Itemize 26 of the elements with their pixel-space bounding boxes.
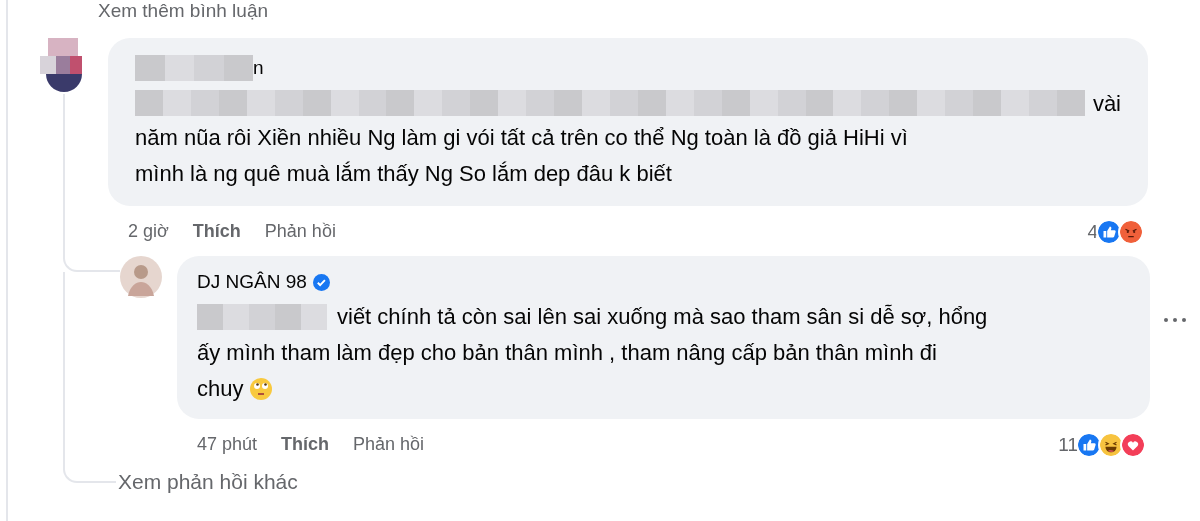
comment-time: 47 phút xyxy=(197,433,258,457)
like-icon xyxy=(1076,431,1102,458)
angry-face-icon xyxy=(1118,218,1144,245)
reply-text: ấy mình tham làm đẹp cho bản thân mình , tham nâng cấp bản thân mình đi xyxy=(197,338,938,367)
reply-link[interactable]: Phản hồi xyxy=(353,431,425,459)
like-link[interactable]: Thích xyxy=(281,431,330,459)
eye-roll-emoji-icon xyxy=(249,376,274,401)
laughing-face-icon xyxy=(1098,431,1124,458)
more-replies-link[interactable]: Xem phản hồi khác xyxy=(118,469,298,495)
author-name[interactable]: DJ NGÂN 98 xyxy=(197,268,307,297)
like-icon xyxy=(1096,218,1122,245)
comment-text: vài xyxy=(1092,89,1121,118)
avatar-icon xyxy=(120,256,162,298)
comment-text: năm nũa rôi Xiền nhiều Ng làm gi vói tất cả trên co thể Ng toàn là đồ giả HiHi vì xyxy=(135,123,909,152)
more-options-icon[interactable] xyxy=(1164,316,1186,324)
reply-text: chuy xyxy=(197,374,244,403)
author-name[interactable]: n xyxy=(253,54,264,83)
comment-time: 2 giờ xyxy=(128,220,169,244)
comment-text: mình là ng quê muà lắm thấy Ng So lắm dep đâu k biết xyxy=(135,159,673,188)
reaction-count: 11 xyxy=(1058,432,1078,457)
reply-link[interactable]: Phản hồi xyxy=(264,218,336,246)
like-link[interactable]: Thích xyxy=(192,218,241,246)
reaction-count: 4 xyxy=(1087,219,1098,244)
reply-text: viết chính tả còn sai lên sai xuống mà sao tham sân si dễ sợ, hổng xyxy=(337,302,988,331)
more-comments-link[interactable]: Xem thêm bình luận xyxy=(98,0,269,22)
heart-icon xyxy=(1120,431,1146,458)
